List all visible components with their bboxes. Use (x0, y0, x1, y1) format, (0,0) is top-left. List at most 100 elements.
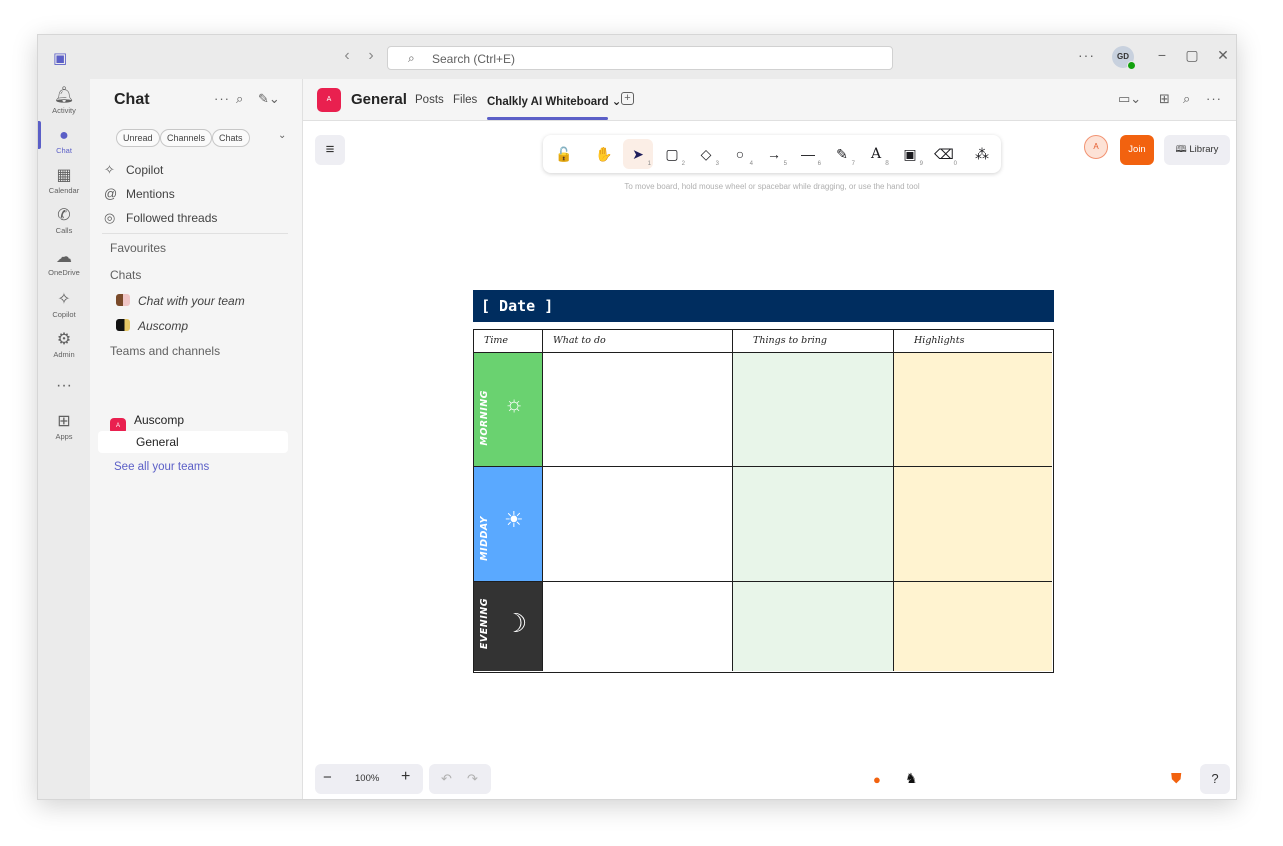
pencil-icon[interactable]: ✎ 7 (827, 139, 857, 169)
undo-icon[interactable]: ↶ (441, 771, 452, 787)
user-avatar[interactable]: GD (1112, 46, 1136, 70)
period-morning[interactable]: MORNING ☼ (474, 353, 543, 467)
image-icon[interactable]: ▣ 9 (895, 139, 925, 169)
maximize-button[interactable]: ▢ (1182, 47, 1202, 64)
cell-morning-highlights[interactable] (894, 353, 1052, 467)
hand-icon[interactable]: ✋ (589, 139, 619, 169)
filter-channels[interactable]: Channels (160, 129, 213, 147)
tab-posts[interactable]: Posts (415, 94, 444, 106)
more-options-icon[interactable]: ··· (1206, 91, 1222, 106)
rail-item-copilot[interactable]: ✧ Copilot (38, 291, 90, 319)
ellipse-icon[interactable]: ○ 4 (725, 139, 755, 169)
line-icon[interactable]: —6 (793, 139, 823, 169)
rail-item-admin[interactable]: ⚙ Admin (38, 331, 90, 359)
forward-arrow-icon[interactable]: › (361, 46, 381, 66)
meet-video-icon[interactable]: ▭⌄ (1118, 91, 1141, 107)
search-icon[interactable]: ⌕ (236, 91, 243, 107)
rail-item-onedrive[interactable]: ☁ OneDrive (38, 249, 90, 277)
rail-item-calls[interactable]: ✆ Calls (38, 207, 90, 235)
rail-item-more[interactable]: ··· (38, 377, 90, 395)
zoom-out-button[interactable]: − (323, 769, 332, 786)
diamond-icon[interactable]: ◇ 3 (691, 139, 721, 169)
search-input[interactable]: ⌕ Search (Ctrl+E) (387, 46, 893, 70)
more-options-icon[interactable]: ··· (214, 91, 230, 106)
arrow-icon[interactable]: → 5 (759, 139, 789, 169)
chat-icon: ● (59, 127, 69, 144)
cloud-icon: ☁ (56, 249, 72, 266)
rectangle-icon[interactable]: ▢ 2 (657, 139, 687, 169)
cell-evening-highlights[interactable] (894, 582, 1052, 671)
cell-evening-bring[interactable] (733, 582, 894, 671)
column-highlights[interactable]: Highlights (894, 330, 1052, 353)
hamburger-menu-icon[interactable]: ≡ (315, 135, 345, 165)
period-midday[interactable]: MIDDAY ☀ (474, 467, 543, 582)
planner-grid: Time What to do Things to bring Highligh… (473, 329, 1054, 673)
quick-copilot[interactable]: ✧ Copilot (104, 159, 294, 181)
chat-item-auscomp[interactable]: Auscomp (116, 319, 188, 333)
period-evening[interactable]: EVENING ☽ (474, 582, 543, 671)
text-icon[interactable]: A8 (861, 139, 891, 169)
help-icon[interactable]: ? (1200, 764, 1230, 794)
rail-item-calendar[interactable]: ▦ Calendar (38, 167, 90, 195)
date-header[interactable]: [ Date ] (473, 290, 1054, 322)
canvas-hint: To move board, hold mouse wheel or space… (624, 182, 920, 191)
copilot-icon: ✧ (57, 291, 71, 308)
eraser-icon[interactable]: ⌫ 0 (929, 139, 959, 169)
channel-badge: A (317, 88, 341, 112)
plus-box-icon: ⊞ (57, 413, 71, 430)
chevron-down-icon[interactable]: ⌄ (278, 130, 286, 141)
bird-icon[interactable]: ♞ (905, 770, 918, 787)
cell-morning-bring[interactable] (733, 353, 894, 467)
chat-list-panel: Chat ··· ⌕ ✎⌄ Unread Channels Chats ⌄ ✧ C… (90, 79, 302, 799)
shapes-icon[interactable]: ⁂ (967, 139, 997, 169)
rail-item-apps[interactable]: ⊞ Apps (38, 413, 90, 441)
section-teams-and-channels[interactable]: Teams and channels (110, 344, 220, 358)
moon-icon: ☽ (504, 608, 528, 638)
close-button[interactable]: ✕ (1213, 47, 1233, 64)
redo-icon[interactable]: ↷ (467, 771, 478, 787)
zoom-in-button[interactable]: + (401, 768, 410, 786)
sun-icon: ☀ (504, 507, 524, 532)
tab-files[interactable]: Files (453, 94, 477, 106)
avatar (116, 294, 130, 306)
section-chats[interactable]: Chats (110, 268, 141, 282)
filter-unread[interactable]: Unread (116, 129, 160, 147)
rail-item-chat[interactable]: ● Chat (38, 127, 90, 155)
quick-followed-threads[interactable]: ◎ Followed threads (104, 207, 294, 229)
section-favourites[interactable]: Favourites (110, 241, 166, 255)
cell-midday-todo[interactable] (543, 467, 733, 582)
column-what-to-do[interactable]: What to do (543, 330, 733, 353)
cell-evening-todo[interactable] (543, 582, 733, 671)
lock-icon[interactable]: 🔓 (549, 139, 579, 169)
zoom-level[interactable]: 100% (355, 773, 379, 784)
see-all-teams-link[interactable]: See all your teams (114, 461, 209, 473)
tab-chalkly-whiteboard[interactable]: Chalkly AI Whiteboard ⌄ (487, 94, 621, 108)
new-chat-icon[interactable]: ✎⌄ (258, 91, 280, 107)
shield-icon[interactable]: ⛊ (1171, 770, 1182, 787)
quick-mentions[interactable]: @ Mentions (104, 183, 294, 205)
apps-grid-icon[interactable]: ⊞ (1159, 91, 1170, 107)
minimize-button[interactable]: − (1152, 47, 1172, 63)
back-arrow-icon[interactable]: ‹ (337, 46, 357, 66)
column-time[interactable]: Time (474, 330, 543, 353)
collaborator-avatar[interactable]: A (1084, 135, 1108, 159)
channel-general[interactable]: General (98, 431, 288, 453)
library-button[interactable]: 🕮︎ Library (1164, 135, 1230, 165)
more-options-icon[interactable]: ··· (1078, 47, 1095, 63)
cell-morning-todo[interactable] (543, 353, 733, 467)
admin-icon: ⚙ (56, 331, 72, 348)
join-button[interactable]: Join (1120, 135, 1154, 165)
whiteboard-canvas[interactable]: ≡ 🔓 ✋ ➤ 1 ▢ 2 ◇ 3 ○ 4 → 5 —6 ✎ 7 A8 ▣ 9 ⌫ 0 ⁂ To… (303, 122, 1236, 799)
add-tab-icon[interactable]: + (621, 92, 634, 105)
daily-planner[interactable]: [ Date ] Time What to do Things to bring… (473, 290, 1054, 673)
period-label: MIDDAY (479, 516, 490, 561)
chat-bubble-icon[interactable]: ● (873, 772, 881, 787)
column-things-to-bring[interactable]: Things to bring (733, 330, 894, 353)
chat-item-team[interactable]: Chat with your team (116, 294, 245, 308)
filter-chats[interactable]: Chats (212, 129, 250, 147)
cell-midday-bring[interactable] (733, 467, 894, 582)
cell-midday-highlights[interactable] (894, 467, 1052, 582)
search-icon[interactable]: ⌕ (1183, 91, 1190, 107)
rail-item-activity[interactable]: 🔔︎ Activity (38, 87, 90, 115)
select-arrow-icon[interactable]: ➤ 1 (623, 139, 653, 169)
